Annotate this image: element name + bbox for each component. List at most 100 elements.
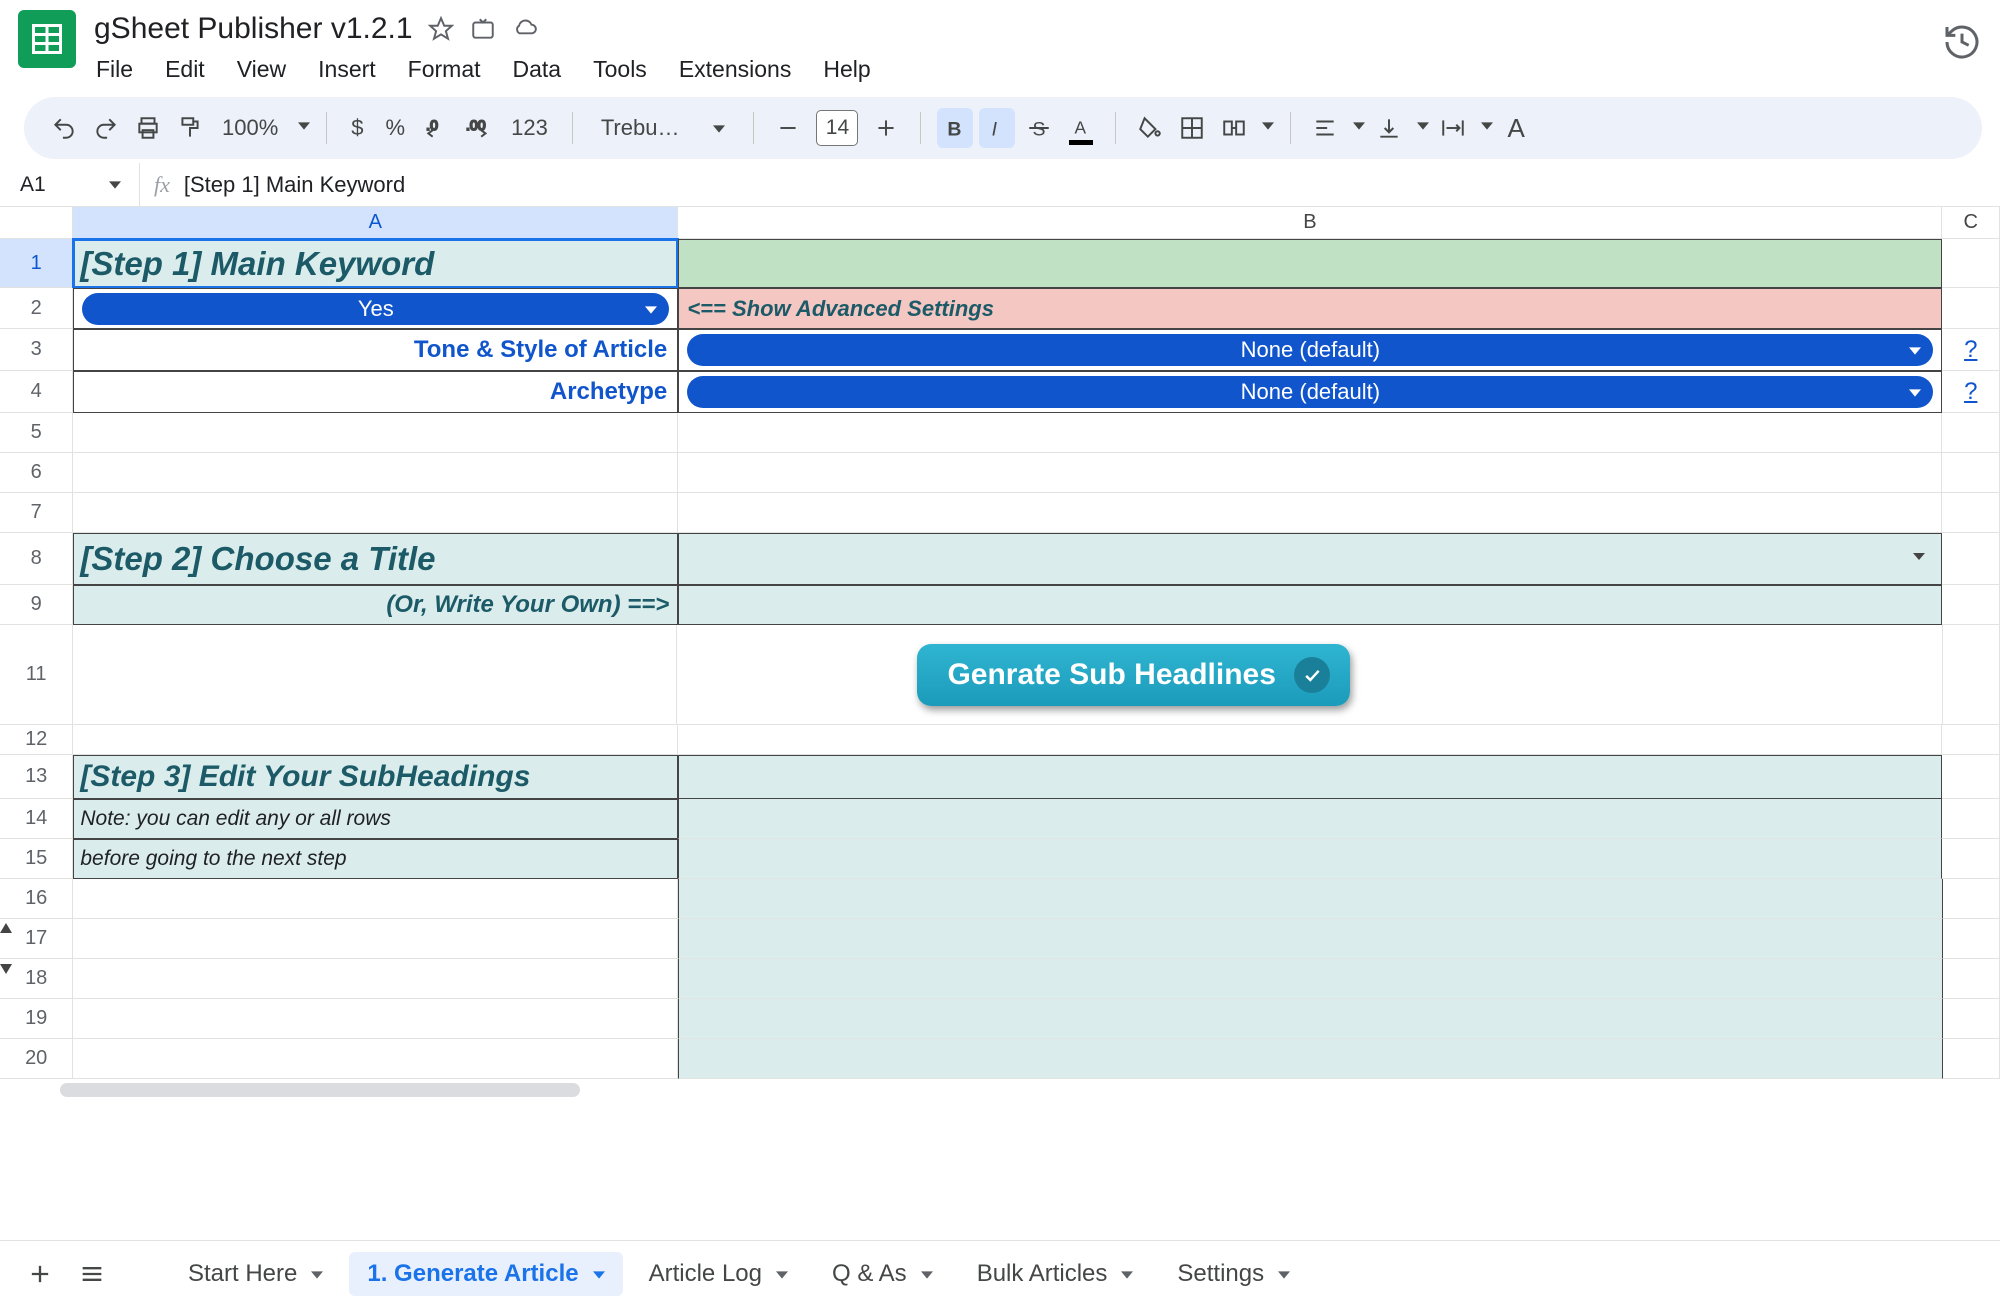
- cell-A15[interactable]: before going to the next step: [73, 839, 678, 879]
- increase-decimal-button[interactable]: .00: [461, 108, 497, 148]
- cell-B16[interactable]: [678, 879, 1942, 919]
- cell-A1[interactable]: [Step 1] Main Keyword: [73, 239, 678, 288]
- merge-cells-button[interactable]: [1216, 108, 1252, 148]
- undo-button[interactable]: [46, 108, 82, 148]
- row-header-8[interactable]: 8: [0, 533, 73, 585]
- help-link-tone[interactable]: ?: [1942, 329, 2000, 371]
- cell-A11[interactable]: [73, 625, 677, 725]
- cell-B15[interactable]: [678, 839, 1942, 879]
- strikethrough-button[interactable]: S: [1021, 108, 1057, 148]
- decrease-decimal-button[interactable]: .0: [419, 108, 455, 148]
- menu-file[interactable]: File: [94, 54, 135, 85]
- cell-A7[interactable]: [73, 493, 678, 533]
- name-box[interactable]: A1: [0, 163, 140, 206]
- cell-B11[interactable]: Genrate Sub Headlines: [677, 625, 1942, 725]
- cell-B14[interactable]: [678, 799, 1942, 839]
- chevron-down-icon[interactable]: [1481, 119, 1493, 137]
- fill-color-button[interactable]: [1132, 108, 1168, 148]
- sheet-tab-q-and-as[interactable]: Q & As: [814, 1252, 951, 1296]
- cell-B17[interactable]: [678, 919, 1942, 959]
- row-header-11[interactable]: 11: [0, 625, 73, 725]
- cell-C11[interactable]: [1943, 625, 2000, 725]
- cell-C19[interactable]: [1943, 999, 2000, 1039]
- cell-C6[interactable]: [1942, 453, 2000, 493]
- cell-B7[interactable]: [678, 493, 1942, 533]
- fontsize-input[interactable]: [816, 110, 858, 146]
- cell-C13[interactable]: [1942, 755, 2000, 799]
- cell-C9[interactable]: [1942, 585, 2000, 625]
- chevron-down-icon[interactable]: [1417, 119, 1429, 137]
- row-header-20[interactable]: 20: [0, 1039, 73, 1079]
- collapsed-rows-down-icon[interactable]: [0, 964, 12, 974]
- sheet-tab-article-log[interactable]: Article Log: [631, 1252, 806, 1296]
- doc-title[interactable]: gSheet Publisher v1.2.1: [94, 12, 413, 46]
- cell-A9[interactable]: (Or, Write Your Own) ==>: [73, 585, 678, 625]
- add-sheet-button[interactable]: [18, 1252, 62, 1296]
- cell-B20[interactable]: [678, 1039, 1942, 1079]
- row-header-5[interactable]: 5: [0, 413, 73, 453]
- borders-button[interactable]: [1174, 108, 1210, 148]
- cell-A19[interactable]: [73, 999, 678, 1039]
- format-123-button[interactable]: 123: [503, 115, 556, 141]
- cell-A16[interactable]: [73, 879, 678, 919]
- menu-insert[interactable]: Insert: [316, 54, 378, 85]
- row-header-3[interactable]: 3: [0, 329, 73, 371]
- currency-button[interactable]: $: [343, 115, 371, 141]
- row-header-2[interactable]: 2: [0, 288, 73, 329]
- cell-B9[interactable]: [678, 585, 1942, 625]
- cell-C2[interactable]: [1942, 288, 2000, 329]
- sheet-tab-settings[interactable]: Settings: [1159, 1252, 1308, 1296]
- increase-fontsize-button[interactable]: [868, 108, 904, 148]
- archetype-dropdown[interactable]: None (default): [687, 376, 1933, 408]
- menu-data[interactable]: Data: [511, 54, 564, 85]
- cell-C14[interactable]: [1942, 799, 2000, 839]
- col-header-C[interactable]: C: [1942, 207, 2000, 238]
- cell-A13[interactable]: [Step 3] Edit Your SubHeadings: [73, 755, 678, 799]
- menu-view[interactable]: View: [235, 54, 288, 85]
- cell-A3[interactable]: Tone & Style of Article: [73, 329, 678, 371]
- print-button[interactable]: [130, 108, 166, 148]
- menu-format[interactable]: Format: [406, 54, 483, 85]
- menu-tools[interactable]: Tools: [591, 54, 649, 85]
- cell-C8[interactable]: [1942, 533, 2000, 585]
- h-align-button[interactable]: [1307, 108, 1343, 148]
- paint-format-button[interactable]: [172, 108, 208, 148]
- cell-C15[interactable]: [1942, 839, 2000, 879]
- bold-button[interactable]: B: [937, 108, 973, 148]
- cell-B4[interactable]: None (default): [678, 371, 1942, 413]
- cell-A5[interactable]: [73, 413, 678, 453]
- text-color-button[interactable]: A: [1063, 108, 1099, 148]
- decrease-fontsize-button[interactable]: [770, 108, 806, 148]
- cell-C7[interactable]: [1942, 493, 2000, 533]
- horizontal-scrollbar[interactable]: [60, 1083, 580, 1097]
- star-icon[interactable]: [427, 15, 455, 43]
- cell-B8-title-dropdown[interactable]: [678, 533, 1942, 585]
- font-select[interactable]: Trebu…: [589, 115, 738, 141]
- row-header-16[interactable]: 16: [0, 879, 73, 919]
- menu-edit[interactable]: Edit: [163, 54, 207, 85]
- generate-subheadlines-button[interactable]: Genrate Sub Headlines: [917, 644, 1349, 706]
- cell-B2[interactable]: <== Show Advanced Settings: [678, 288, 1942, 329]
- cell-C12[interactable]: [1942, 725, 2000, 755]
- tone-dropdown[interactable]: None (default): [687, 334, 1933, 366]
- cell-A8[interactable]: [Step 2] Choose a Title: [73, 533, 678, 585]
- cell-C18[interactable]: [1943, 959, 2000, 999]
- help-link-archetype[interactable]: ?: [1942, 371, 2000, 413]
- collapsed-rows-up-icon[interactable]: [0, 923, 12, 933]
- cell-C1[interactable]: [1942, 239, 2000, 288]
- chevron-down-icon[interactable]: [1262, 119, 1274, 137]
- yes-dropdown[interactable]: Yes: [82, 293, 669, 325]
- cell-A20[interactable]: [73, 1039, 678, 1079]
- wrap-button[interactable]: [1435, 108, 1471, 148]
- cell-B1[interactable]: [678, 239, 1942, 288]
- cell-B18[interactable]: [678, 959, 1942, 999]
- percent-button[interactable]: %: [378, 115, 414, 141]
- row-header-19[interactable]: 19: [0, 999, 73, 1039]
- col-header-A[interactable]: A: [73, 207, 678, 238]
- cell-C20[interactable]: [1943, 1039, 2000, 1079]
- cell-B13[interactable]: [678, 755, 1942, 799]
- row-header-4[interactable]: 4: [0, 371, 73, 413]
- cell-A18[interactable]: [73, 959, 678, 999]
- sheet-tab-bulk-articles[interactable]: Bulk Articles: [959, 1252, 1152, 1296]
- cell-A17[interactable]: [73, 919, 678, 959]
